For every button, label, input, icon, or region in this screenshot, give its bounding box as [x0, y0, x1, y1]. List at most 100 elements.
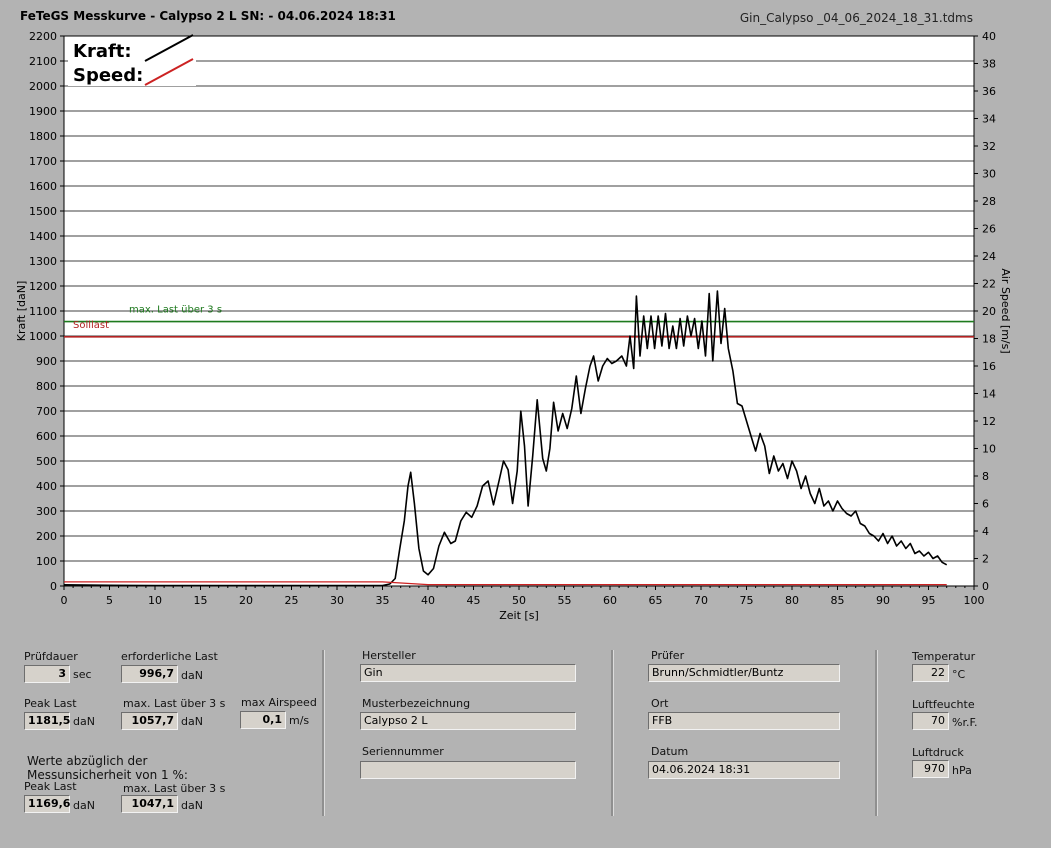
x-tick-label: 70	[694, 594, 708, 607]
x-tick-label: 30	[330, 594, 344, 607]
y-tick-label: 2200	[29, 30, 57, 43]
x-tick-label: 20	[239, 594, 253, 607]
x-tick-label: 95	[922, 594, 936, 607]
x-tick-label: 10	[148, 594, 162, 607]
pruefdauer-value: 3	[24, 665, 70, 683]
x-tick-label: 15	[194, 594, 208, 607]
y2-tick-label: 36	[982, 85, 996, 98]
max-airspeed-label: max Airspeed	[241, 696, 317, 709]
x-tick-label: 60	[603, 594, 617, 607]
x-tick-label: 100	[964, 594, 985, 607]
y2-tick-label: 38	[982, 58, 996, 71]
x-tick-label: 90	[876, 594, 890, 607]
temperatur-label: Temperatur	[912, 650, 976, 663]
y2-tick-label: 22	[982, 278, 996, 291]
y-tick-label: 700	[36, 405, 57, 418]
y-tick-label: 2000	[29, 80, 57, 93]
luftfeuchte-value: 70	[912, 712, 949, 730]
y-tick-label: 1200	[29, 280, 57, 293]
max-last-corr-unit: daN	[181, 799, 203, 812]
erforderliche-last-unit: daN	[181, 669, 203, 682]
temperatur-unit: °C	[952, 668, 966, 681]
y-tick-label: 800	[36, 380, 57, 393]
y2-tick-label: 8	[982, 470, 989, 483]
x-tick-label: 75	[740, 594, 754, 607]
y2-tick-label: 0	[982, 580, 989, 593]
luftdruck-label: Luftdruck	[912, 746, 964, 759]
hersteller-field[interactable]: Gin	[360, 664, 576, 682]
luftdruck-unit: hPa	[952, 764, 972, 777]
datum-field[interactable]: 04.06.2024 18:31	[648, 761, 840, 779]
reference-line-label: max. Last über 3 s	[129, 305, 222, 316]
y2-tick-label: 12	[982, 415, 996, 428]
y2-tick-label: 16	[982, 360, 996, 373]
y-tick-label: 1000	[29, 330, 57, 343]
y-tick-label: 0	[50, 580, 57, 593]
x-axis-label: Zeit [s]	[499, 609, 538, 622]
y-tick-label: 200	[36, 530, 57, 543]
peak-last-corr-unit: daN	[73, 799, 95, 812]
y2-tick-label: 28	[982, 195, 996, 208]
x-tick-label: 85	[831, 594, 845, 607]
pruefer-label: Prüfer	[651, 649, 685, 662]
pruefdauer-label: Prüfdauer	[24, 650, 78, 663]
y-tick-label: 100	[36, 555, 57, 568]
reference-line-label: Solllast	[73, 320, 109, 331]
y2-tick-label: 26	[982, 223, 996, 236]
max-airspeed-unit: m/s	[289, 714, 310, 727]
y2-axis-label: Air Speed [m/s]	[999, 268, 1012, 353]
erforderliche-last-value: 996,7	[121, 665, 178, 683]
y2-tick-label: 32	[982, 140, 996, 153]
y-tick-label: 1100	[29, 305, 57, 318]
y2-tick-label: 20	[982, 305, 996, 318]
serien-field[interactable]	[360, 761, 576, 779]
y2-tick-label: 2	[982, 553, 989, 566]
luftfeuchte-unit: %r.F.	[952, 716, 978, 729]
y2-tick-label: 6	[982, 498, 989, 511]
pruefdauer-unit: sec	[73, 668, 92, 681]
y-tick-label: 1400	[29, 230, 57, 243]
y2-tick-label: 40	[982, 30, 996, 43]
y-tick-label: 900	[36, 355, 57, 368]
y-tick-label: 1500	[29, 205, 57, 218]
y2-tick-label: 18	[982, 333, 996, 346]
y2-tick-label: 30	[982, 168, 996, 181]
erforderliche-last-label: erforderliche Last	[121, 650, 218, 663]
y2-tick-label: 24	[982, 250, 996, 263]
temperatur-value: 22	[912, 664, 949, 682]
luftfeuchte-label: Luftfeuchte	[912, 698, 975, 711]
y2-tick-label: 10	[982, 443, 996, 456]
force-chart: 0100200300400500600700800900100011001200…	[15, 30, 1012, 622]
max-last-corr-value: 1047,1	[121, 795, 178, 813]
y-tick-label: 400	[36, 480, 57, 493]
peak-last-label: Peak Last	[24, 697, 77, 710]
peak-last-unit: daN	[73, 715, 95, 728]
max-last-corr-label: max. Last über 3 s	[123, 782, 226, 795]
max-last-unit: daN	[181, 715, 203, 728]
x-tick-label: 50	[512, 594, 526, 607]
y2-tick-label: 4	[982, 525, 989, 538]
y-tick-label: 1900	[29, 105, 57, 118]
y2-tick-label: 34	[982, 113, 996, 126]
y-axis-label: Kraft [daN]	[15, 281, 28, 342]
panel-divider-3	[875, 650, 878, 816]
y-tick-label: 500	[36, 455, 57, 468]
legend-label: Kraft:	[73, 41, 132, 62]
peak-last-value: 1181,5	[24, 712, 70, 730]
hersteller-label: Hersteller	[362, 649, 416, 662]
max-airspeed-value: 0,1	[240, 711, 286, 729]
muster-label: Musterbezeichnung	[362, 697, 471, 710]
y-tick-label: 300	[36, 505, 57, 518]
peak-last-corr-value: 1169,6	[24, 795, 70, 813]
x-tick-label: 0	[61, 594, 68, 607]
serien-label: Seriennummer	[362, 745, 444, 758]
pruefer-field[interactable]: Brunn/Schmidtler/Buntz	[648, 664, 840, 682]
muster-field[interactable]: Calypso 2 L	[360, 712, 576, 730]
y-tick-label: 1700	[29, 155, 57, 168]
x-tick-label: 55	[558, 594, 572, 607]
peak-last-corr-label: Peak Last	[24, 780, 77, 793]
ort-field[interactable]: FFB	[648, 712, 840, 730]
y-tick-label: 1300	[29, 255, 57, 268]
x-tick-label: 45	[467, 594, 481, 607]
max-last-value: 1057,7	[121, 712, 178, 730]
